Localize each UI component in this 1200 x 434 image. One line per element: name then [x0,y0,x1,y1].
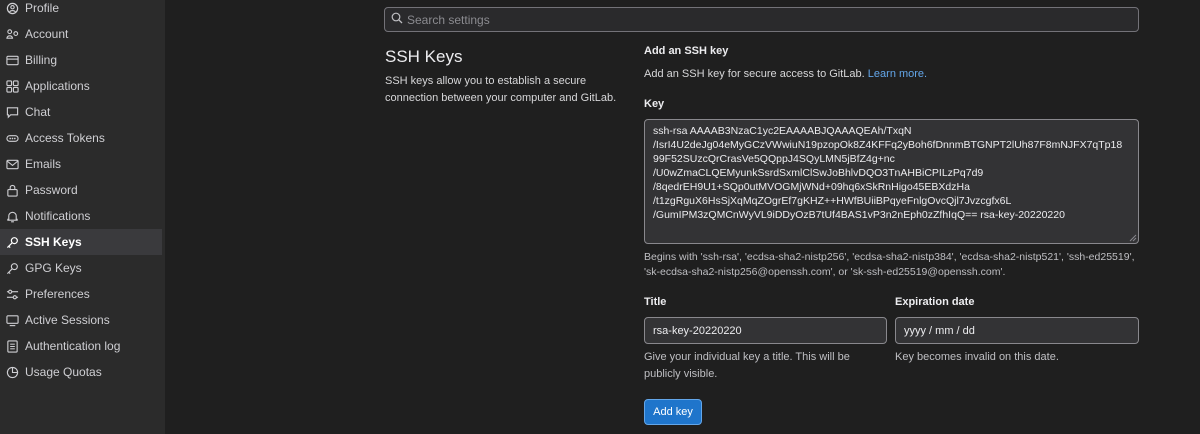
search-icon [391,12,407,27]
email-icon [6,158,19,171]
sidebar-item-billing[interactable]: Billing [0,47,162,73]
sidebar-item-label: Active Sessions [25,313,110,327]
sidebar-item-label: Authentication log [25,339,121,353]
add-key-description: Add an SSH key for secure access to GitL… [644,68,927,80]
profile-icon [6,2,19,15]
sidebar-item-preferences[interactable]: Preferences [0,281,162,307]
sidebar-item-notifications[interactable]: Notifications [0,203,162,229]
sidebar-item-authentication-log[interactable]: Authentication log [0,333,162,359]
bell-icon [6,210,19,223]
settings-sidebar: Profile Account Billing Applications Cha… [0,0,165,434]
sidebar-item-chat[interactable]: Chat [0,99,162,125]
sidebar-item-profile[interactable]: Profile [0,0,162,21]
sidebar-item-label: Access Tokens [25,131,105,145]
add-key-description-text: Add an SSH key for secure access to GitL… [644,68,865,80]
expiration-label: Expiration date [895,296,975,308]
monitor-icon [6,314,19,327]
sidebar-item-label: Profile [25,1,60,15]
learn-more-link[interactable]: Learn more. [868,68,927,80]
sidebar-item-label: Account [25,27,69,41]
sidebar-item-label: GPG Keys [25,261,82,275]
key-format-hint: Begins with 'ssh-rsa', 'ecdsa-sha2-nistp… [644,251,1135,278]
sidebar-item-label: Notifications [25,209,91,223]
add-key-button[interactable]: Add key [644,399,702,425]
expiration-help: Key becomes invalid on this date. [895,351,1059,363]
section-description: SSH keys allow you to establish a secure… [385,75,617,104]
sidebar-item-applications[interactable]: Applications [0,73,162,99]
key-textarea[interactable]: ssh-rsa AAAAB3NzaC1yc2EAAAABJQAAAQEAh/Tx… [644,119,1139,244]
sidebar-item-label: Chat [25,105,51,119]
applications-icon [6,79,19,93]
sidebar-item-label: Preferences [25,287,90,301]
search-input[interactable] [407,12,1107,27]
preferences-icon [6,288,19,301]
sidebar-item-label: Applications [25,79,90,93]
sidebar-item-label: Billing [25,53,58,67]
section-title: SSH Keys [385,47,463,66]
expiration-date-input[interactable]: yyyy / mm / dd [895,317,1139,344]
account-icon [6,28,19,41]
key-icon [6,236,19,249]
key-icon [6,262,19,275]
sidebar-item-label: SSH Keys [25,235,82,249]
sidebar-item-usage-quotas[interactable]: Usage Quotas [0,359,162,385]
add-key-heading: Add an SSH key [644,45,729,57]
log-icon [6,339,19,353]
title-input[interactable]: rsa-key-20220220 [644,317,887,344]
quota-icon [6,366,19,379]
lock-icon [6,184,19,197]
sidebar-item-account[interactable]: Account [0,21,162,47]
chat-icon [6,106,19,119]
sidebar-item-password[interactable]: Password [0,177,162,203]
sidebar-item-gpg-keys[interactable]: GPG Keys [0,255,162,281]
billing-icon [6,54,19,67]
search-settings[interactable] [384,7,1139,32]
sidebar-item-access-tokens[interactable]: Access Tokens [0,125,162,151]
sidebar-item-ssh-keys[interactable]: SSH Keys [0,229,162,255]
sidebar-item-emails[interactable]: Emails [0,151,162,177]
title-help: Give your individual key a title. This w… [644,351,850,380]
token-icon [6,132,19,145]
sidebar-item-label: Password [25,183,78,197]
key-label: Key [644,98,665,110]
sidebar-item-label: Usage Quotas [25,365,102,379]
sidebar-item-label: Emails [25,157,62,171]
resize-handle-icon[interactable] [1128,233,1137,242]
sidebar-item-active-sessions[interactable]: Active Sessions [0,307,162,333]
title-label: Title [644,296,667,308]
